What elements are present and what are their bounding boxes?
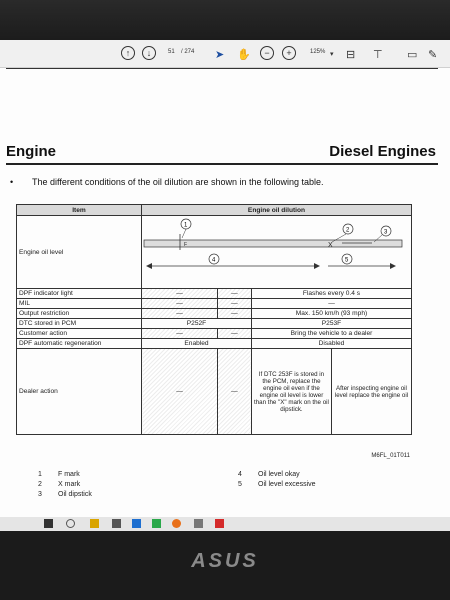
cell: Disabled bbox=[250, 338, 413, 349]
pdf-reader-icon[interactable] bbox=[215, 519, 224, 528]
cell: — bbox=[141, 348, 218, 435]
zoom-level[interactable]: 125% bbox=[310, 49, 325, 55]
table-header: Item Engine oil dilution bbox=[16, 204, 412, 216]
hand-icon[interactable]: ✋ bbox=[237, 46, 251, 62]
row-label: DPF indicator light bbox=[16, 288, 142, 299]
pointer-icon[interactable]: ➤ bbox=[215, 46, 224, 62]
table-row: DTC stored in PCM P252F P253F bbox=[16, 318, 413, 329]
page-number-input[interactable]: 51 bbox=[168, 49, 175, 55]
bullet: • bbox=[10, 177, 14, 187]
table-row: Dealer action — — If DTC 253F is stored … bbox=[16, 348, 413, 435]
app-icon[interactable] bbox=[152, 519, 161, 528]
row-label: DPF automatic regeneration bbox=[16, 338, 142, 349]
cell: Flashes every 0.4 s bbox=[250, 288, 413, 299]
legend-item: 5 Oil level excessive bbox=[238, 481, 316, 488]
pen-icon[interactable]: ✎ bbox=[428, 46, 437, 62]
stamp-icon[interactable]: ⊤ bbox=[373, 46, 383, 62]
search-icon[interactable] bbox=[66, 519, 75, 528]
cell: — bbox=[216, 348, 252, 435]
table-row: Customer action — — Bring the vehicle to… bbox=[16, 328, 413, 339]
header-dilution: Engine oil dilution bbox=[141, 204, 412, 216]
dipstick-diagram-svg: F X 1 2 3 4 5 bbox=[143, 218, 403, 269]
page-title: Engine bbox=[6, 143, 57, 160]
cell: — bbox=[141, 288, 218, 299]
svg-text:F: F bbox=[184, 242, 187, 248]
cell: Bring the vehicle to a dealer bbox=[250, 328, 413, 339]
down-arrow-icon[interactable]: ↓ bbox=[142, 46, 156, 60]
cell: — bbox=[141, 298, 218, 309]
heading-divider bbox=[6, 163, 438, 165]
legend-item: 4 Oil level okay bbox=[238, 471, 300, 478]
divider bbox=[6, 68, 438, 69]
intro-text: The different conditions of the oil dilu… bbox=[32, 177, 324, 187]
fit-icon[interactable]: ⊟ bbox=[346, 46, 355, 62]
page-total: / 274 bbox=[181, 49, 195, 55]
comment-icon[interactable]: ▭ bbox=[407, 46, 417, 62]
laptop-bezel-top bbox=[0, 0, 450, 40]
zoom-out-icon[interactable]: − bbox=[260, 46, 274, 60]
row-label: Customer action bbox=[16, 328, 142, 339]
row-label: MIL bbox=[16, 298, 142, 309]
chevron-down-icon[interactable]: ▾ bbox=[330, 46, 334, 62]
page-section: Diesel Engines bbox=[329, 143, 436, 160]
header-item: Item bbox=[16, 204, 142, 216]
cell: Max. 150 km/h (93 mph) bbox=[250, 308, 413, 319]
cell: — bbox=[216, 308, 252, 319]
store-icon[interactable] bbox=[112, 519, 121, 528]
brand-logo: ASUS bbox=[191, 550, 259, 572]
table-row: DPF automatic regeneration Enabled Disab… bbox=[16, 338, 413, 349]
cell: — bbox=[216, 298, 252, 309]
cell: After inspecting engine oil level replac… bbox=[330, 348, 413, 435]
legend-item: 3 Oil dipstick bbox=[38, 491, 92, 498]
cell: P253F bbox=[250, 318, 413, 329]
cell: — bbox=[141, 308, 218, 319]
row-label: Dealer action bbox=[16, 348, 142, 435]
cell: Enabled bbox=[141, 338, 252, 349]
cell: — bbox=[216, 288, 252, 299]
legend-item: 1F mark bbox=[38, 471, 80, 478]
oil-dilution-table: Item Engine oil dilution Engine oil leve… bbox=[16, 204, 413, 435]
svg-text:X: X bbox=[328, 242, 333, 249]
cell: P252F bbox=[141, 318, 252, 329]
cell: — bbox=[141, 328, 218, 339]
dipstick-diagram: F X 1 2 3 4 5 bbox=[141, 215, 412, 289]
cell: If DTC 253F is stored in the PCM, replac… bbox=[250, 348, 332, 435]
row-label: DTC stored in PCM bbox=[16, 318, 142, 329]
mail-icon[interactable] bbox=[132, 519, 141, 528]
firefox-icon[interactable] bbox=[172, 519, 181, 528]
start-icon[interactable] bbox=[44, 519, 53, 528]
cell: — bbox=[250, 298, 413, 309]
table-row: MIL — — — bbox=[16, 298, 413, 309]
legend-left: 1F mark 2X mark 3 Oil dipstick bbox=[38, 470, 92, 500]
legend-item: 2X mark bbox=[38, 481, 81, 488]
up-arrow-icon[interactable]: ↑ bbox=[121, 46, 135, 60]
image-code: M6FL_01T011 bbox=[371, 453, 410, 459]
row-label: Output restriction bbox=[16, 308, 142, 319]
folder-icon[interactable] bbox=[90, 519, 99, 528]
table-row: Output restriction — — Max. 150 km/h (93… bbox=[16, 308, 413, 319]
cell: — bbox=[216, 328, 252, 339]
table-row: DPF indicator light — — Flashes every 0.… bbox=[16, 288, 413, 299]
legend-right: 4 Oil level okay 5 Oil level excessive bbox=[238, 470, 316, 490]
table-row: Engine oil level F X 1 2 3 4 5 bbox=[16, 215, 412, 289]
app-icon[interactable] bbox=[194, 519, 203, 528]
row-label: Engine oil level bbox=[16, 215, 142, 289]
zoom-in-icon[interactable]: + bbox=[282, 46, 296, 60]
